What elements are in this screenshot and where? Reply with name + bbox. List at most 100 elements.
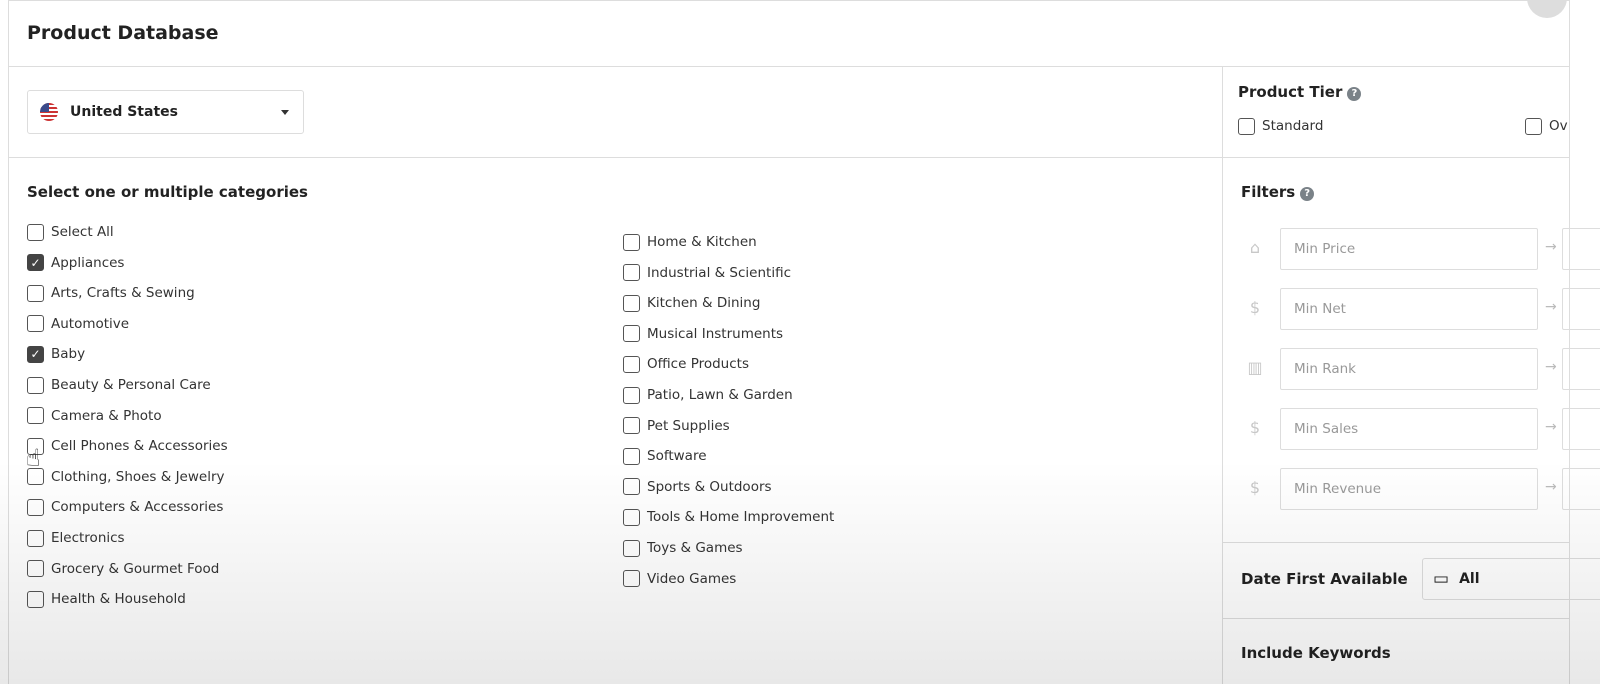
checkbox[interactable] — [623, 447, 640, 465]
category-checkbox[interactable]: Home & Kitchen — [623, 232, 757, 252]
checkbox[interactable] — [623, 386, 640, 404]
checkbox[interactable] — [1525, 117, 1542, 135]
caret-down-icon — [281, 110, 289, 115]
price-tag-icon: ⌂ — [1249, 238, 1261, 257]
checkbox[interactable] — [623, 233, 640, 251]
filter-min-input[interactable]: Min Rank — [1280, 348, 1538, 390]
category-checkbox[interactable]: Software — [623, 446, 707, 466]
checkbox[interactable] — [623, 539, 640, 557]
checkbox-label: Tools & Home Improvement — [647, 509, 835, 526]
category-checkbox[interactable]: Computers & Accessories — [27, 497, 223, 517]
category-checkbox[interactable]: Musical Instruments — [623, 324, 783, 344]
checkbox[interactable] — [27, 560, 44, 578]
divider — [1223, 157, 1569, 158]
filter-max-input[interactable] — [1562, 348, 1600, 390]
checkbox-label: Beauty & Personal Care — [51, 377, 211, 393]
checkbox[interactable]: ✓ — [27, 254, 44, 272]
revenue-cycle-icon: $ — [1249, 478, 1261, 497]
category-checkbox[interactable]: Tools & Home Improvement — [623, 507, 834, 527]
filter-max-input[interactable] — [1562, 468, 1600, 510]
category-checkbox[interactable]: Grocery & Gourmet Food — [27, 559, 219, 579]
category-checkbox[interactable]: Pet Supplies — [623, 416, 730, 436]
category-checkbox[interactable]: Sports & Outdoors — [623, 477, 772, 497]
checkbox[interactable] — [27, 529, 44, 547]
checkbox-label: Cell Phones & Accessories — [51, 438, 228, 455]
date-first-available-label: Date First Available — [1241, 570, 1408, 588]
category-checkbox[interactable]: Cell Phones & Accessories — [27, 436, 228, 456]
money-bag-icon: $ — [1249, 298, 1261, 317]
divider — [1223, 618, 1569, 619]
checkbox[interactable] — [27, 498, 44, 516]
checkbox-label: Health & Household — [51, 591, 186, 608]
arrow-right-icon: → — [1545, 239, 1557, 255]
date-value: All — [1459, 571, 1480, 587]
checkbox[interactable] — [623, 325, 640, 343]
checkbox[interactable] — [623, 478, 640, 496]
checkbox-label: Video Games — [647, 570, 737, 587]
category-checkbox[interactable]: Beauty & Personal Care — [27, 375, 211, 395]
checkbox-label: Grocery & Gourmet Food — [51, 560, 220, 577]
checkbox[interactable] — [623, 570, 640, 588]
category-checkbox[interactable]: ✓ Baby — [27, 344, 85, 364]
checkbox[interactable] — [27, 407, 44, 425]
tier-oversize-checkbox[interactable]: Ov — [1525, 116, 1568, 136]
filters-title: Filters? — [1241, 183, 1315, 201]
checkbox[interactable] — [27, 284, 44, 302]
help-icon[interactable]: ? — [1347, 87, 1362, 101]
category-checkbox[interactable]: Patio, Lawn & Garden — [623, 385, 793, 405]
hand-cursor-icon: ☝ — [26, 444, 41, 472]
category-checkbox[interactable]: Automotive — [27, 314, 129, 334]
checkbox-label: Kitchen & Dining — [647, 295, 761, 312]
filter-row: ▥ Min Rank → — [1223, 348, 1600, 390]
date-first-available-dropdown[interactable]: ▭ All — [1422, 558, 1600, 600]
checkbox-label: Select All — [51, 224, 114, 240]
checkbox-label: Toys & Games — [647, 540, 743, 556]
filters-panel: Product Tier? Standard Ov Filters? ⌂ Min … — [1223, 67, 1600, 684]
checkbox[interactable] — [623, 294, 640, 312]
category-checkbox[interactable]: Electronics — [27, 528, 125, 548]
categories-title: Select one or multiple categories — [27, 183, 308, 201]
category-checkbox[interactable]: Toys & Games — [623, 538, 743, 558]
checkbox[interactable] — [623, 417, 640, 435]
tier-standard-checkbox[interactable]: Standard — [1238, 116, 1323, 136]
help-icon[interactable]: ? — [1300, 187, 1315, 201]
checkbox[interactable] — [623, 508, 640, 526]
product-database-panel: Product Database United States Select on… — [8, 0, 1600, 684]
filter-max-input[interactable] — [1562, 408, 1600, 450]
checkbox[interactable]: ✓ — [27, 345, 44, 363]
category-checkbox[interactable]: Kitchen & Dining — [623, 293, 760, 313]
filter-max-input[interactable] — [1562, 288, 1600, 330]
checkbox[interactable] — [27, 590, 44, 608]
filter-row: $ Min Sales → — [1223, 408, 1600, 450]
category-checkbox[interactable]: Camera & Photo — [27, 406, 162, 426]
filter-row: $ Min Net → — [1223, 288, 1600, 330]
country-dropdown[interactable]: United States — [27, 90, 304, 134]
checkbox[interactable] — [27, 223, 44, 241]
country-value: United States — [70, 104, 178, 120]
checkbox[interactable] — [623, 264, 640, 282]
dollar-icon: $ — [1249, 418, 1261, 437]
checkbox[interactable] — [27, 315, 44, 333]
checkbox-label: Camera & Photo — [51, 407, 162, 424]
category-checkbox[interactable]: Office Products — [623, 354, 749, 374]
calendar-icon: ▭ — [1433, 569, 1450, 589]
checkbox-label: Standard — [1262, 118, 1324, 134]
filter-max-input[interactable] — [1562, 228, 1600, 270]
category-checkbox[interactable]: Video Games — [623, 569, 736, 589]
filter-min-input[interactable]: Min Sales — [1280, 408, 1538, 450]
checkbox[interactable] — [1238, 117, 1255, 135]
category-checkbox[interactable]: Health & Household — [27, 589, 186, 609]
checkbox[interactable] — [623, 355, 640, 373]
checkbox-label: Arts, Crafts & Sewing — [51, 285, 195, 302]
category-checkbox[interactable]: Industrial & Scientific — [623, 263, 791, 283]
category-checkbox[interactable]: Clothing, Shoes & Jewelry — [27, 467, 225, 487]
category-checkbox[interactable]: Arts, Crafts & Sewing — [27, 283, 195, 303]
checkbox[interactable] — [27, 376, 44, 394]
filter-row: $ Min Revenue → — [1223, 468, 1600, 510]
category-checkbox[interactable]: Select All — [27, 222, 114, 242]
filter-min-input[interactable]: Min Net — [1280, 288, 1538, 330]
filter-min-input[interactable]: Min Price — [1280, 228, 1538, 270]
category-checkbox[interactable]: ✓ Appliances — [27, 253, 124, 273]
filter-min-input[interactable]: Min Revenue — [1280, 468, 1538, 510]
filters-label: Filters — [1241, 183, 1296, 201]
